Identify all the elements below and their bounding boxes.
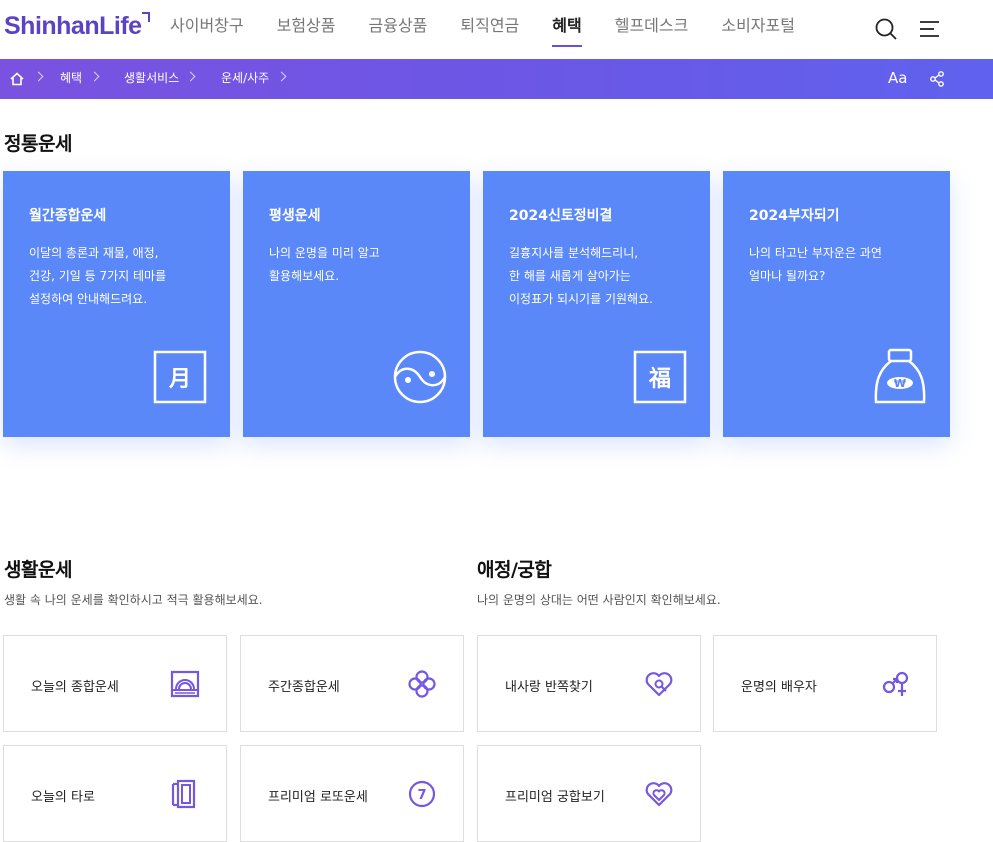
section-title-love: 애정/궁합	[477, 559, 552, 581]
nav-finance[interactable]: 금융상품	[369, 0, 428, 59]
heart-search-icon	[645, 672, 673, 697]
tile-premium-compatibility[interactable]: 프리미엄 궁합보기	[477, 745, 701, 842]
nav-helpdesk[interactable]: 헬프데스크	[615, 0, 689, 59]
share-icon[interactable]	[929, 71, 945, 87]
tile-premium-lotto[interactable]: 프리미엄 로또운세 7	[240, 745, 464, 842]
sunrise-icon	[170, 670, 200, 698]
main-nav: 사이버창구 보험상품 금융상품 퇴직연금 혜택 헬프데스크 소비자포털	[170, 0, 828, 59]
breadcrumb: 혜택 생활서비스 운세/사주 Aa	[0, 59, 993, 99]
card-title: 평생운세	[269, 208, 321, 224]
moon-char-icon: 月	[153, 350, 207, 404]
logo[interactable]: ShinhanLife	[4, 12, 150, 42]
chevron-right-icon	[185, 71, 196, 82]
section-desc-love: 나의 운명의 상대는 어떤 사람인지 확인해보세요.	[477, 593, 721, 607]
tile-find-soulmate[interactable]: 내사랑 반쪽찾기	[477, 635, 701, 732]
section-title-fortune: 정통운세	[4, 133, 72, 155]
chevron-right-icon	[89, 71, 100, 82]
card-desc: 나의 운명을 미리 알고 활용해보세요.	[269, 246, 380, 283]
section-desc-life: 생활 속 나의 운세를 확인하시고 적극 활용해보세요.	[4, 593, 263, 607]
card-lifetime-fortune[interactable]: 평생운세 나의 운명을 미리 알고 활용해보세요.	[243, 171, 470, 437]
nav-consumer-portal[interactable]: 소비자포털	[721, 0, 795, 59]
card-desc: 길흉지사를 분석해드리니, 한 해를 새롭게 살아가는 이정표가 되시기를 기원…	[509, 246, 653, 306]
card-desc: 이달의 총론과 재물, 애정, 건강, 기일 등 7가지 테마를 설정하여 안내…	[29, 246, 167, 306]
tile-icon-char: 7	[417, 788, 426, 803]
card-icon-char: 月	[168, 367, 191, 392]
tile-label: 주간종합운세	[268, 680, 340, 695]
breadcrumb-benefits[interactable]: 혜택	[60, 59, 82, 99]
card-title: 2024신토정비결	[509, 208, 613, 224]
card-title: 월간종합운세	[29, 208, 107, 224]
tile-label: 프리미엄 궁합보기	[505, 790, 605, 805]
lucky-seven-icon: 7	[408, 780, 436, 808]
money-bag-icon: ₩	[874, 348, 926, 404]
chevron-right-icon	[33, 71, 44, 82]
breadcrumb-life-service[interactable]: 생활서비스	[124, 59, 179, 99]
fortune-char-icon: 福	[633, 350, 687, 404]
card-monthly-fortune[interactable]: 월간종합운세 이달의 총론과 재물, 애정, 건강, 기일 등 7가지 테마를 …	[3, 171, 230, 437]
tile-weekly-fortune[interactable]: 주간종합운세	[240, 635, 464, 732]
tile-label: 운명의 배우자	[741, 680, 817, 695]
double-heart-icon	[645, 782, 673, 807]
tile-destined-spouse[interactable]: 운명의 배우자	[713, 635, 937, 732]
breadcrumb-fortune[interactable]: 운세/사주	[221, 59, 269, 99]
font-size-icon: Aa	[888, 69, 908, 87]
tile-label: 프리미엄 로또운세	[268, 790, 368, 805]
tarot-cards-icon	[171, 779, 196, 809]
search-icon[interactable]	[874, 17, 898, 41]
card-icon-char: 福	[648, 367, 671, 392]
header: ShinhanLife 사이버창구 보험상품 금융상품 퇴직연금 혜택 헬프데스…	[0, 0, 993, 59]
card-icon-char: ₩	[894, 377, 906, 390]
nav-cyber-window[interactable]: 사이버창구	[170, 0, 244, 59]
card-title: 2024부자되기	[749, 208, 840, 224]
chevron-right-icon	[276, 71, 287, 82]
card-desc: 나의 타고난 부자운은 과연 얼마나 될까요?	[749, 246, 882, 283]
card-tojeong[interactable]: 2024신토정비결 길흉지사를 분석해드리니, 한 해를 새롭게 살아가는 이정…	[483, 171, 710, 437]
tile-label: 오늘의 타로	[31, 790, 95, 805]
tile-today-tarot[interactable]: 오늘의 타로	[3, 745, 227, 842]
card-become-rich[interactable]: 2024부자되기 나의 타고난 부자운은 과연 얼마나 될까요? ₩	[723, 171, 950, 437]
nav-pension[interactable]: 퇴직연금	[460, 0, 519, 59]
menu-icon[interactable]	[918, 17, 942, 41]
nav-benefits[interactable]: 혜택	[552, 0, 583, 59]
yin-yang-icon	[393, 350, 447, 404]
tile-label: 내사랑 반쪽찾기	[505, 680, 593, 695]
section-title-life: 생활운세	[4, 559, 72, 581]
nav-insurance[interactable]: 보험상품	[277, 0, 336, 59]
tile-today-fortune[interactable]: 오늘의 종합운세	[3, 635, 227, 732]
tile-label: 오늘의 종합운세	[31, 680, 119, 695]
clover-icon	[408, 670, 436, 698]
gender-symbols-icon	[882, 671, 909, 696]
logo-text: ShinhanLife	[4, 12, 142, 40]
font-size-button[interactable]: Aa	[888, 59, 907, 99]
logo-mark	[141, 12, 150, 22]
home-icon[interactable]	[10, 72, 24, 86]
